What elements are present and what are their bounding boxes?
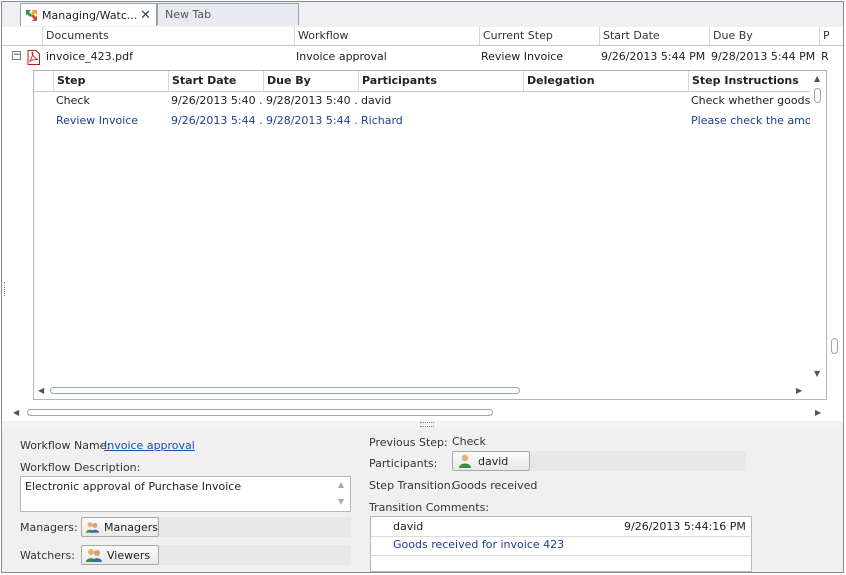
scrollbar-thumb[interactable] bbox=[814, 88, 821, 103]
step-cell: Review Invoice bbox=[56, 114, 139, 127]
previous-step-label: Previous Step: bbox=[369, 436, 448, 449]
scroll-down-icon[interactable]: ▼ bbox=[338, 497, 344, 506]
workflow-name-label: Workflow Name: bbox=[20, 439, 111, 452]
viewers-button-label: Viewers bbox=[107, 548, 151, 562]
participants-cell: Richard bbox=[361, 114, 403, 127]
workflow-icon bbox=[26, 9, 37, 21]
comment-author: david bbox=[393, 520, 424, 533]
divider bbox=[371, 536, 751, 537]
column-header-start-date[interactable]: Start Date bbox=[599, 27, 709, 45]
due-by-cell: 9/28/2013 5:40 ... bbox=[266, 94, 358, 107]
group-icon bbox=[86, 548, 102, 562]
transition-comments-label: Transition Comments: bbox=[369, 501, 490, 514]
tab-new-tab[interactable]: New Tab bbox=[157, 3, 299, 25]
instructions-cell: Check whether goods rec bbox=[691, 94, 810, 107]
due-by-cell[interactable]: 9/28/2013 5:44 PM bbox=[708, 46, 818, 67]
watchers-field bbox=[159, 545, 351, 565]
steps-vertical-scrollbar[interactable]: ▲ ▼ bbox=[810, 71, 826, 383]
scroll-up-icon[interactable]: ▲ bbox=[814, 74, 820, 83]
workflow-name-link[interactable]: Invoice approval bbox=[104, 439, 195, 452]
watchers-label: Watchers: bbox=[20, 549, 75, 562]
managers-button-label: Managers bbox=[104, 520, 158, 534]
column-header-participants[interactable]: Participants bbox=[358, 71, 523, 91]
scrollbar-thumb[interactable] bbox=[50, 387, 520, 394]
workflow-description-field[interactable]: Electronic approval of Purchase Invoice … bbox=[20, 476, 351, 512]
participants-field bbox=[530, 451, 746, 471]
column-header-delegation[interactable]: Delegation bbox=[523, 71, 688, 91]
table-row[interactable]: Review Invoice 9/26/2013 5:44 ... 9/28/2… bbox=[34, 111, 810, 131]
group-icon bbox=[86, 521, 100, 533]
scrollbar-thumb[interactable] bbox=[27, 409, 493, 416]
due-by-cell: 9/28/2013 5:44 ... bbox=[266, 114, 358, 127]
viewers-button[interactable]: Viewers bbox=[81, 545, 159, 565]
workflow-cell[interactable]: Invoice approval bbox=[293, 46, 477, 67]
pdf-file-icon bbox=[27, 50, 40, 65]
participants-cell: david bbox=[361, 94, 392, 107]
participants-label: Participants: bbox=[369, 457, 438, 470]
steps-horizontal-scrollbar[interactable]: ◀ ▶ bbox=[34, 383, 810, 399]
participant-button[interactable]: david bbox=[452, 451, 530, 471]
start-date-cell: 9/26/2013 5:44 ... bbox=[171, 114, 263, 127]
column-header-current-step[interactable]: Current Step bbox=[479, 27, 599, 45]
tab-managing-watching[interactable]: Managing/Watc... ✕ bbox=[20, 3, 157, 26]
managers-label: Managers: bbox=[20, 521, 78, 534]
column-header-workflow[interactable]: Workflow bbox=[294, 27, 479, 45]
scroll-down-icon[interactable]: ▼ bbox=[814, 369, 820, 378]
grid-header: Documents Workflow Current Step Start Da… bbox=[2, 27, 843, 46]
comment-timestamp: 9/26/2013 5:44:16 PM bbox=[624, 520, 746, 533]
close-icon[interactable]: ✕ bbox=[140, 8, 151, 23]
column-header-p[interactable]: P bbox=[819, 27, 841, 45]
step-transition-label: Step Transition: bbox=[369, 479, 455, 492]
instructions-cell: Please check the amount bbox=[691, 114, 810, 127]
managers-button[interactable]: Managers bbox=[81, 517, 159, 537]
workflow-description-label: Workflow Description: bbox=[20, 461, 141, 474]
scroll-up-icon[interactable]: ▲ bbox=[338, 480, 344, 489]
previous-step-value: Check bbox=[452, 435, 486, 448]
managers-field bbox=[159, 517, 351, 537]
scrollbar-thumb[interactable] bbox=[831, 338, 838, 354]
column-header-due-by[interactable]: Due By bbox=[263, 71, 358, 91]
side-splitter-grip[interactable] bbox=[4, 282, 8, 296]
comment-text: Goods received for invoice 423 bbox=[393, 538, 565, 551]
scroll-right-icon[interactable]: ▶ bbox=[796, 386, 802, 395]
start-date-cell: 9/26/2013 5:40 ... bbox=[171, 94, 263, 107]
column-header-step-instructions[interactable]: Step Instructions bbox=[688, 71, 810, 91]
workflow-description-text: Electronic approval of Purchase Invoice bbox=[25, 480, 242, 493]
outer-horizontal-scrollbar[interactable]: ◀ ▶ bbox=[10, 405, 828, 421]
column-header-due-by[interactable]: Due By bbox=[709, 27, 819, 45]
step-transition-value: Goods received bbox=[452, 479, 538, 492]
tab-label: Managing/Watc... bbox=[42, 8, 138, 22]
divider bbox=[371, 555, 751, 556]
column-header-start-date[interactable]: Start Date bbox=[168, 71, 263, 91]
table-row[interactable]: Check 9/26/2013 5:40 ... 9/28/2013 5:40 … bbox=[34, 91, 810, 111]
document-name[interactable]: invoice_423.pdf bbox=[43, 46, 293, 67]
steps-grid: Step Start Date Due By Participants Dele… bbox=[33, 70, 827, 400]
transition-comments-list: david 9/26/2013 5:44:16 PM Goods receive… bbox=[370, 516, 752, 572]
column-header-documents[interactable]: Documents bbox=[42, 27, 294, 45]
scroll-left-icon[interactable]: ◀ bbox=[13, 408, 19, 417]
tab-label: New Tab bbox=[165, 8, 212, 21]
user-icon bbox=[459, 454, 471, 468]
scroll-left-icon[interactable]: ◀ bbox=[38, 386, 44, 395]
column-header-step[interactable]: Step bbox=[53, 71, 168, 91]
participant-name: david bbox=[478, 454, 509, 468]
current-step-cell[interactable]: Review Invoice bbox=[478, 46, 598, 67]
step-cell: Check bbox=[56, 94, 90, 107]
start-date-cell[interactable]: 9/26/2013 5:44 PM bbox=[598, 46, 708, 67]
delegation-cell bbox=[523, 91, 688, 111]
outer-vertical-scrollbar[interactable] bbox=[828, 46, 842, 401]
collapse-row-button[interactable]: − bbox=[12, 51, 21, 60]
steps-grid-header: Step Start Date Due By Participants Dele… bbox=[34, 71, 810, 92]
delegation-cell bbox=[523, 111, 688, 131]
scroll-right-icon[interactable]: ▶ bbox=[815, 408, 821, 417]
